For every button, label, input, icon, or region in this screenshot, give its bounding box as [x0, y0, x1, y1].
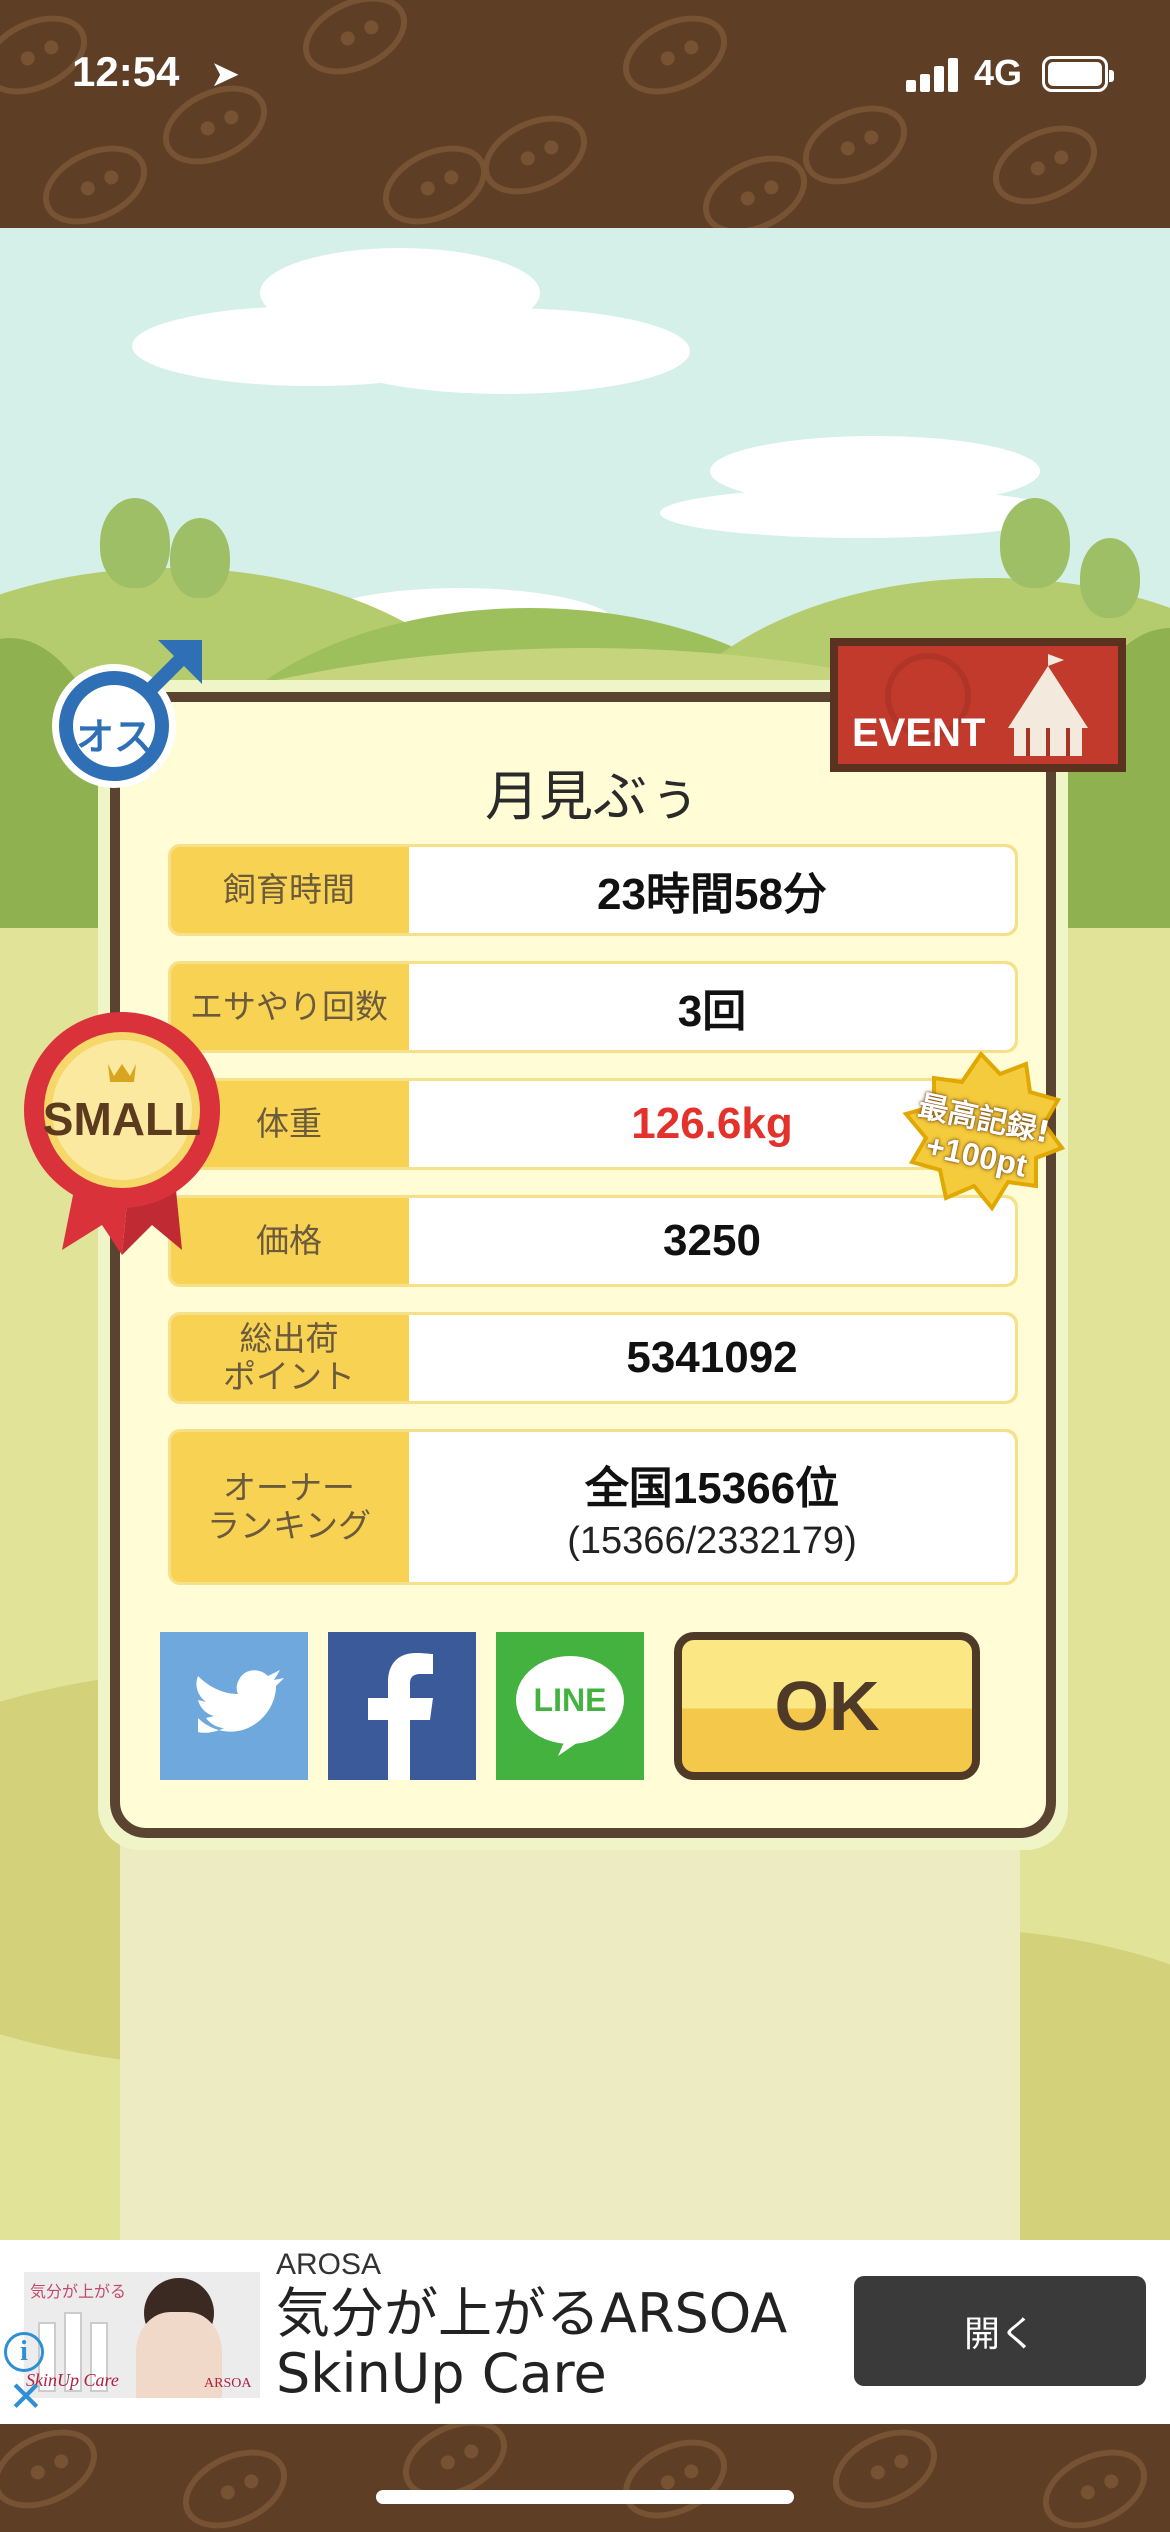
- footer-pattern: [0, 2424, 1170, 2532]
- ad-headline-line2: SkinUp Care: [276, 2342, 607, 2406]
- event-badge: EVENT: [830, 638, 1126, 772]
- ad-image-text: 気分が上がる: [30, 2282, 127, 2301]
- line-share-button[interactable]: LINE: [496, 1632, 644, 1780]
- ad-image-logo: ARSOA: [204, 2376, 252, 2391]
- ad-headline-line1: 気分が上がるARSOA: [276, 2282, 788, 2345]
- stat-label: オーナー ランキング: [206, 1468, 371, 1545]
- ad-headline: 気分が上がるARSOA SkinUp Care: [276, 2282, 836, 2406]
- facebook-share-button[interactable]: [328, 1632, 476, 1780]
- size-ribbon-badge: SMALL: [22, 1000, 222, 1260]
- ad-banner[interactable]: 気分が上がる SkinUp Care ARSOA AROSA 気分が上がるARS…: [0, 2240, 1170, 2424]
- network-type: 4G: [974, 52, 1023, 93]
- ranking-value: 全国15366位: [584, 1463, 840, 1513]
- stat-row-owner-ranking: オーナー ランキング 全国15366位 (15366/2332179): [168, 1429, 1018, 1585]
- stat-value: 3回: [409, 964, 1015, 1050]
- battery-icon: [1042, 56, 1114, 92]
- record-badge: 最高記録! +100pt: [896, 1050, 1066, 1220]
- stat-label: 総出荷 ポイント: [223, 1319, 355, 1396]
- line-label: LINE: [533, 1682, 607, 1718]
- pig-result-card: 月見ぶぅ 飼育時間 23時間58分 エサやり回数 3回 体重 126.6kg 価…: [98, 680, 1068, 1850]
- gender-label: オス: [75, 715, 152, 759]
- twitter-share-button[interactable]: [160, 1632, 308, 1780]
- ad-info-icon[interactable]: i: [4, 2332, 44, 2372]
- stat-value: 全国15366位 (15366/2332179): [409, 1432, 1015, 1582]
- stat-row-breeding-time: 飼育時間 23時間58分: [168, 844, 1018, 936]
- ad-close-icon[interactable]: ✕: [6, 2372, 46, 2421]
- stat-value: 5341092: [409, 1315, 1015, 1401]
- ranking-detail: (15366/2332179): [567, 1519, 857, 1562]
- status-time: 12:54: [72, 48, 180, 95]
- ok-button[interactable]: OK: [674, 1632, 980, 1780]
- home-indicator[interactable]: [376, 2490, 794, 2504]
- ad-image[interactable]: 気分が上がる SkinUp Care ARSOA: [24, 2272, 260, 2398]
- stat-row-price: 価格 3250: [168, 1195, 1018, 1287]
- location-arrow-icon: ➤: [210, 54, 241, 95]
- stat-value: 23時間58分: [409, 847, 1015, 933]
- status-bar: 12:54 ➤ 4G: [0, 0, 1170, 140]
- stat-row-feed-count: エサやり回数 3回: [168, 961, 1018, 1053]
- size-label: SMALL: [42, 1093, 202, 1145]
- male-gender-badge: オス: [40, 630, 210, 800]
- stat-label: 飼育時間: [223, 870, 355, 910]
- signal-icon: [906, 58, 960, 92]
- twitter-bird-icon: [196, 1670, 284, 1733]
- ad-open-button[interactable]: 開く: [854, 2276, 1146, 2386]
- event-label: EVENT: [852, 711, 986, 755]
- ad-brand: AROSA: [276, 2248, 382, 2281]
- stat-row-shipping-points: 総出荷 ポイント 5341092: [168, 1312, 1018, 1404]
- facebook-icon: [368, 1653, 433, 1780]
